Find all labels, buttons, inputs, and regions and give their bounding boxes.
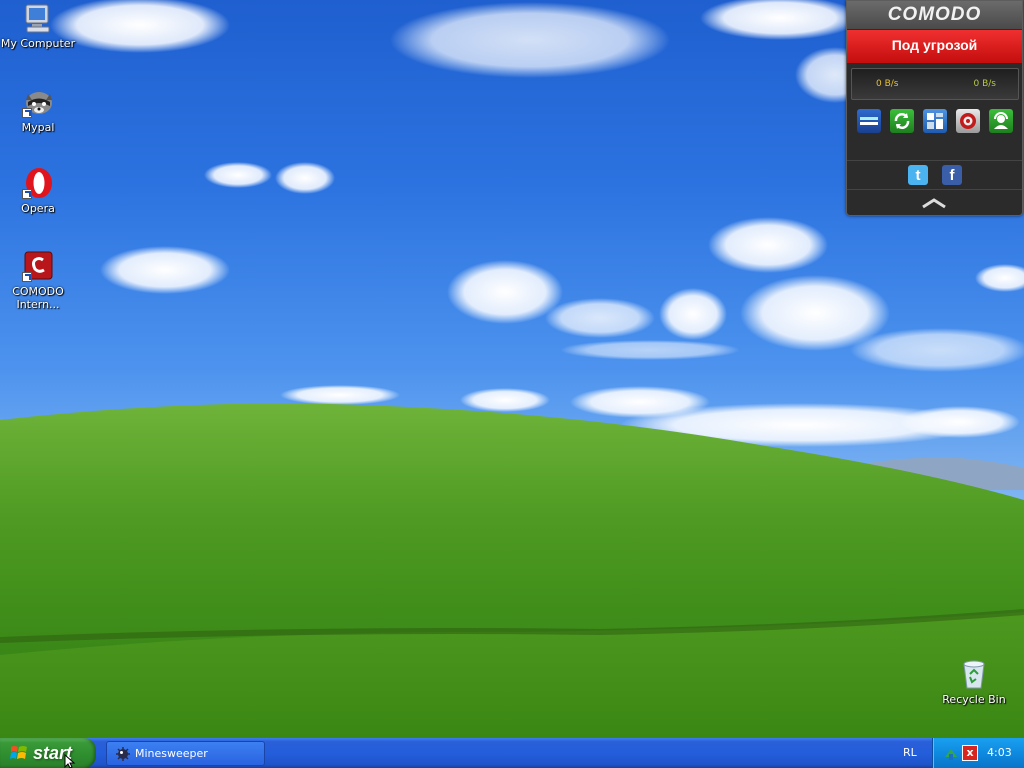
traffic-meter: 0 B/s 0 B/s [851,68,1019,100]
chevron-up-icon [922,198,946,209]
support-tool-icon[interactable] [989,109,1013,133]
network-icon[interactable] [943,745,959,761]
twitter-icon[interactable]: t [908,165,928,185]
desktop-icon-comodo[interactable]: COMODO Intern... [0,250,76,311]
traffic-out: 0 B/s [973,79,996,89]
widget-toolbar [847,104,1022,138]
clock[interactable]: 4:03 [987,738,1012,768]
security-status-banner[interactable]: Под угрозой [847,30,1022,63]
mouse-cursor-icon [64,754,76,768]
desktop-icon-recycle-bin[interactable]: Recycle Bin [936,658,1012,706]
traffic-in: 0 B/s [876,79,899,89]
collapse-widget-button[interactable] [847,191,1022,215]
system-tray: x 4:03 [932,738,1024,768]
desktop-icon-label: COMODO Intern... [12,285,64,311]
divider [847,160,1022,161]
shortcut-arrow-icon [22,272,32,282]
tasks-tool-icon[interactable] [923,109,947,133]
desktop-icon-label: Opera [21,202,55,215]
taskbar: start Minesweeper RL x 4:03 [0,738,1024,768]
comodo-widget[interactable]: COMODO Под угрозой 0 B/s 0 B/s t f [846,0,1023,216]
windows-logo-icon [10,746,27,759]
desktop-icon-my-computer[interactable]: My Computer [0,2,76,50]
shortcut-arrow-icon [22,108,32,118]
taskbar-button-minesweeper[interactable]: Minesweeper [106,741,265,766]
desktop-icon-opera[interactable]: Opera [0,167,76,215]
scan-tool-icon[interactable] [956,109,980,133]
desktop[interactable]: My Computer Mypal Opera COMODO Intern...… [0,0,1024,738]
divider [847,189,1022,190]
desktop-icon-label: My Computer [0,37,76,50]
comodo-brand: COMODO [847,1,1022,29]
comodo-tray-icon[interactable]: x [962,745,978,761]
my-computer-icon [25,4,50,33]
desktop-icon-mypal[interactable]: Mypal [0,86,76,134]
sandbox-tool-icon[interactable] [857,109,881,133]
taskbar-button-label: Minesweeper [135,747,208,760]
shortcut-arrow-icon [22,189,32,199]
facebook-icon[interactable]: f [942,165,962,185]
recycle-bin-icon [963,660,985,689]
update-tool-icon[interactable] [890,109,914,133]
desktop-icon-label: Recycle Bin [942,693,1006,706]
desktop-icon-label: Mypal [21,121,55,134]
minesweeper-icon [116,747,130,761]
start-button[interactable]: start [0,738,96,768]
language-indicator[interactable]: RL [903,738,917,768]
